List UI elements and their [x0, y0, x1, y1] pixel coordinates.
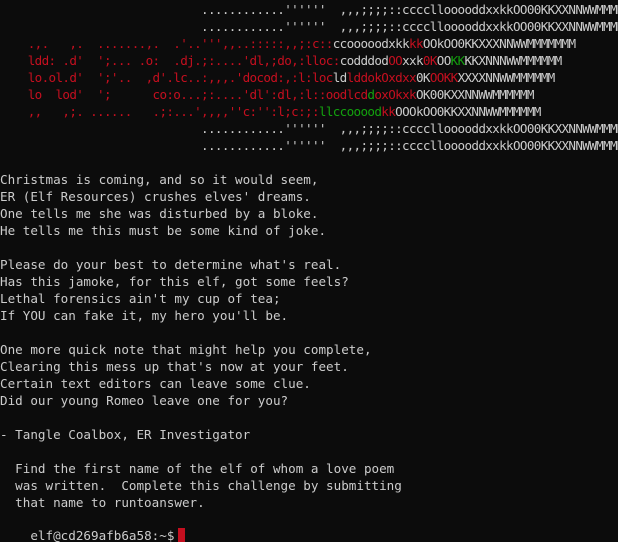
- text-cursor[interactable]: [178, 528, 186, 542]
- ascii-art-row: ............'''''' ,,,;;;;::cccclloooodd…: [0, 1, 618, 18]
- command-prompt[interactable]: elf@cd269afb6a58:~$: [0, 510, 186, 542]
- ascii-art-segment: OOOkOO0KKXXNNWWMMMMMM: [395, 104, 541, 119]
- ascii-art-segment: KK: [450, 53, 466, 68]
- ascii-art-segment: ............'''''' ,,,;;;;::cccclloooodd…: [0, 2, 618, 17]
- ascii-art-row: ,, ,;. ...... .;:...',,,,''c:'':l;c:;:ll…: [0, 103, 542, 120]
- ascii-art-segment: XXXXNNWWMMMMMM: [457, 70, 556, 85]
- output-line: Clearing this mess up that's now at your…: [0, 359, 349, 374]
- output-line: Certain text editors can leave some clue…: [0, 376, 311, 391]
- prompt-path: ~: [159, 528, 167, 542]
- output-line: Lethal forensics ain't my cup of tea;: [0, 291, 281, 306]
- ascii-art-segment: ............'''''' ,,,;;;;::cccclloooodd…: [0, 138, 618, 153]
- output-line: He tells me this must be some kind of jo…: [0, 223, 327, 238]
- output-line: Did our young Romeo leave one for you?: [0, 393, 289, 408]
- ascii-art-segment: ccooooodxkk: [332, 36, 410, 51]
- ascii-art-segment: OO: [388, 53, 403, 68]
- ascii-art-segment: OK00KXXNNWWMMMMMM: [415, 87, 535, 102]
- output-line: Has this jamoke, for this elf, got some …: [0, 274, 349, 289]
- ascii-art-segment: oxOkxk: [374, 87, 416, 102]
- ascii-art-row: .,. ,. .......,. .'..''',,..:::::,,;:c::…: [0, 35, 576, 52]
- output-line: Christmas is coming, and so it would see…: [0, 172, 319, 187]
- ascii-art-segment: kk: [409, 36, 424, 51]
- ascii-art-segment: kk: [381, 104, 396, 119]
- output-line: that name to runtoanswer.: [0, 495, 205, 510]
- ascii-art-segment: ldd: .d' ';... .o: .dj.;:....'dl,;do,:ll…: [0, 53, 341, 68]
- ascii-art-segment: ............'''''' ,,,;;;;::cccclloooodd…: [0, 121, 618, 136]
- output-line: - Tangle Coalbox, ER Investigator: [0, 427, 251, 442]
- output-line: was written. Complete this challenge by …: [0, 478, 402, 493]
- ascii-art-segment: ,, ,;. ...... .;:...',,,,''c:'':l;c:;:: [0, 104, 320, 119]
- ascii-art-segment: codddod: [339, 53, 389, 68]
- ascii-art-row: ............'''''' ,,,;;;;::cccclloooodd…: [0, 18, 618, 35]
- ascii-art-segment: llccooood: [318, 104, 382, 119]
- ascii-art-segment: OOkOO0KKXXXNNWWMMMMMMM: [422, 36, 576, 51]
- ascii-art-segment: ld: [332, 70, 348, 85]
- ascii-art-segment: ............'''''' ,,,;;;;::cccclloooodd…: [0, 19, 618, 34]
- output-line: If YOU can fake it, my hero you'll be.: [0, 308, 289, 323]
- terminal-window[interactable]: ............'''''' ,,,;;;;::cccclloooodd…: [0, 0, 618, 542]
- output-line: One tells me she was disturbed by a blok…: [0, 206, 319, 221]
- ascii-art-row: lo lod' '; co:o...;:....'dl':dl,:l::oodl…: [0, 86, 535, 103]
- ascii-art-row: lo.ol.d' ';'.. ,d'.lc..:,,,.'docod:,:l:l…: [0, 69, 556, 86]
- ascii-art-segment: lo lod' '; co:o...;:....'dl':dl,:l::oodl…: [0, 87, 368, 102]
- output-line: Please do your best to determine what's …: [0, 257, 342, 272]
- ascii-art-segment: xxk: [402, 53, 423, 68]
- ascii-art-segment: OO: [436, 53, 452, 68]
- ascii-art-row: ldd: .d' ';... .o: .dj.;:....'dl,;do,:ll…: [0, 52, 563, 69]
- ascii-art-segment: OOKK: [429, 70, 458, 85]
- ascii-art-segment: lddokOxdxx: [346, 70, 417, 85]
- output-line: ER (Elf Resources) crushes elves' dreams…: [0, 189, 311, 204]
- ascii-art-segment: lo.ol.d' ';'.. ,d'.lc..:,,,.'docod:,:l:l…: [0, 70, 334, 85]
- ascii-art-row: ............'''''' ,,,;;;;::cccclloooodd…: [0, 137, 618, 154]
- prompt-symbol: $: [166, 528, 175, 542]
- prompt-user-host: elf@cd269afb6a58: [30, 528, 152, 542]
- ascii-art-segment: .,. ,. .......,. .'..''',,..:::::,,;:c::: [0, 36, 334, 51]
- ascii-art-segment: 0K: [415, 70, 431, 85]
- ascii-art-segment: 0K: [422, 53, 438, 68]
- ascii-art-segment: KKXNNNWWMMMMMM: [464, 53, 563, 68]
- output-line: Find the first name of the elf of whom a…: [0, 461, 395, 476]
- output-line: One more quick note that might help you …: [0, 342, 372, 357]
- ascii-art-row: ............'''''' ,,,;;;;::cccclloooodd…: [0, 120, 618, 137]
